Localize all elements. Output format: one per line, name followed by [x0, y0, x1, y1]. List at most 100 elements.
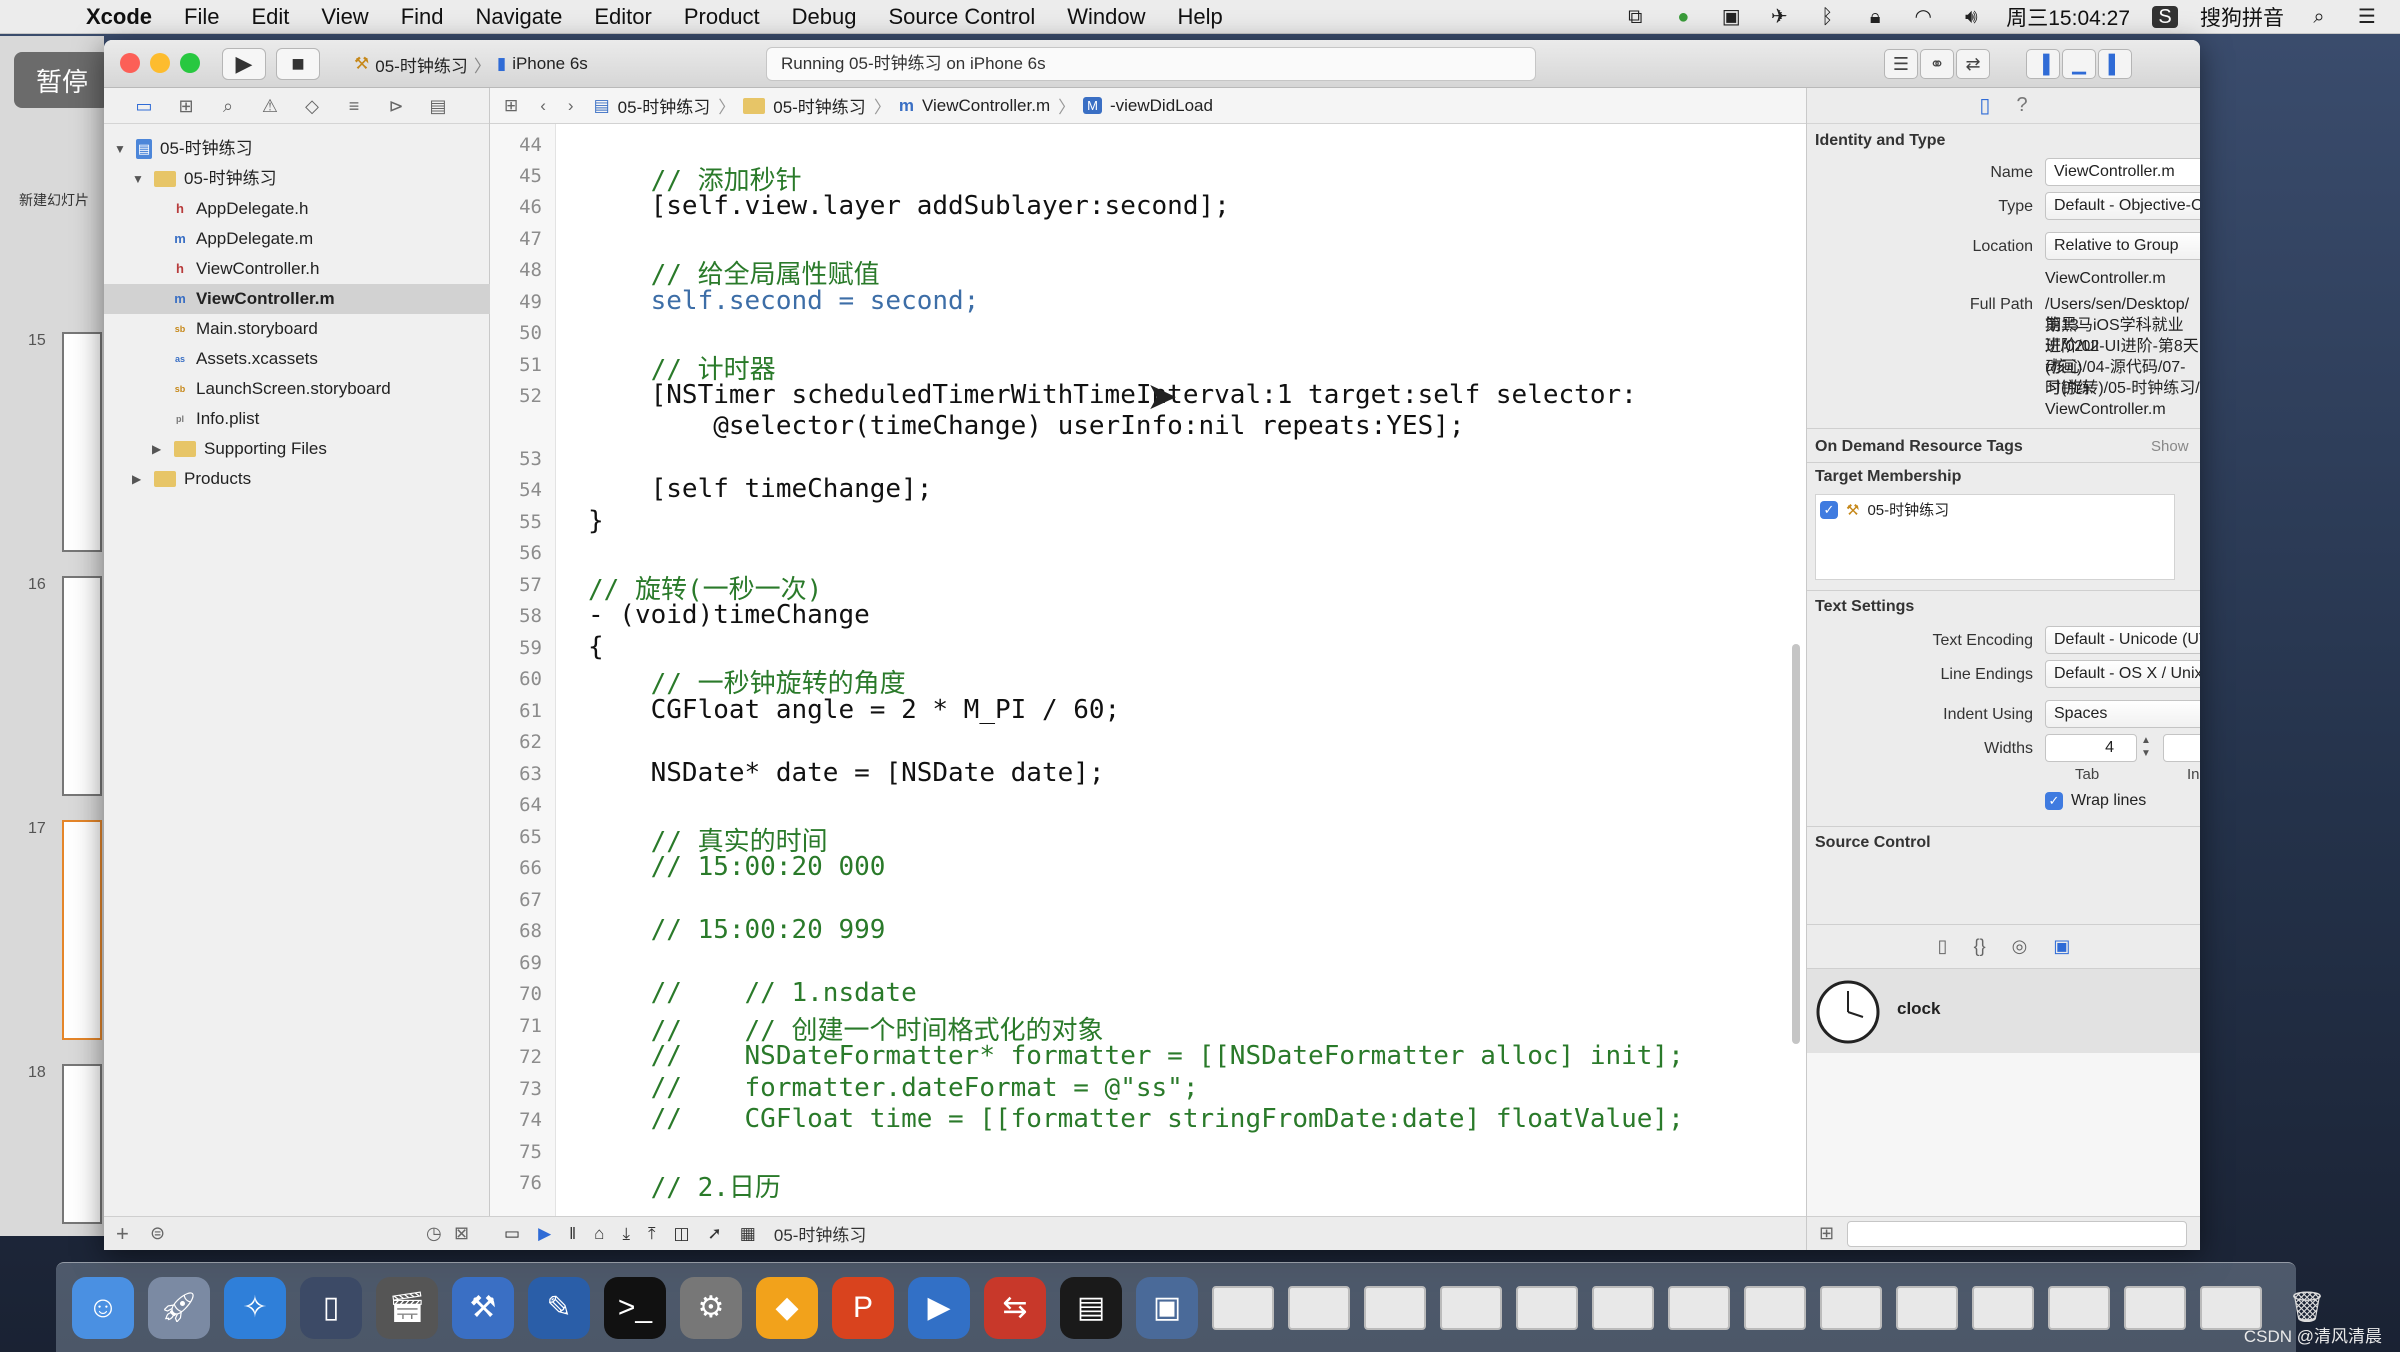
- code-line[interactable]: // formatter.dateFormat = @"ss";: [588, 1073, 1199, 1103]
- tree-file-row[interactable]: as Assets.xcassets: [172, 344, 318, 374]
- instruments-icon[interactable]: ✎: [528, 1276, 590, 1339]
- editor-scrollbar[interactable]: [1792, 644, 1800, 1044]
- minimized-window[interactable]: [1668, 1285, 1730, 1330]
- mouse-app-icon[interactable]: ▯: [300, 1276, 362, 1339]
- go-forward-icon[interactable]: ›: [568, 96, 574, 116]
- breakpoints-toggle-icon[interactable]: ▶: [538, 1224, 551, 1244]
- step-into-icon[interactable]: ⤓: [622, 1224, 630, 1244]
- code-line[interactable]: // // 1.nsdate: [588, 978, 917, 1008]
- slide-thumbnail[interactable]: [62, 332, 102, 552]
- indent-width-field[interactable]: 4: [2163, 734, 2200, 762]
- assistant-editor-icon[interactable]: ⚭: [1920, 49, 1954, 79]
- line-endings-popup[interactable]: Default - OS X / Unix (LF) ▲▼: [2045, 660, 2200, 688]
- minimized-window[interactable]: [2048, 1285, 2110, 1330]
- screen-mirror-icon[interactable]: ⧉: [1622, 6, 1648, 28]
- notification-center-icon[interactable]: ☰: [2354, 6, 2380, 28]
- jump-method[interactable]: -viewDidLoad: [1110, 96, 1213, 116]
- debug-navigator-tab-icon[interactable]: ≡: [338, 94, 370, 118]
- preview-icon[interactable]: ▣: [1136, 1276, 1198, 1339]
- minimized-window[interactable]: [1820, 1285, 1882, 1330]
- find-navigator-tab-icon[interactable]: ⌕: [212, 94, 244, 118]
- quicktime-icon[interactable]: ▶: [908, 1276, 970, 1339]
- filter-icon[interactable]: ⊜: [150, 1223, 165, 1244]
- launchpad-icon[interactable]: 🚀︎: [148, 1276, 210, 1339]
- bluetooth-icon[interactable]: ᛒ: [1814, 6, 1840, 28]
- volume-icon[interactable]: 🔊︎: [1958, 6, 1984, 28]
- slide-thumbnail-selected[interactable]: [62, 820, 102, 1040]
- code-line[interactable]: @selector(timeChange) userInfo:nil repea…: [588, 411, 1464, 441]
- disclosure-open-icon[interactable]: ▼: [114, 134, 128, 164]
- version-editor-icon[interactable]: ⇄: [1956, 49, 1990, 79]
- code-line[interactable]: }: [588, 506, 604, 536]
- spotlight-search-icon[interactable]: ⌕: [2306, 6, 2332, 28]
- code-line[interactable]: // 2.日历: [588, 1167, 781, 1204]
- run-button[interactable]: ▶: [222, 48, 266, 80]
- tree-file-row[interactable]: pl Info.plist: [172, 404, 259, 434]
- file-template-library-icon[interactable]: ▯: [1938, 936, 1948, 957]
- tree-file-row[interactable]: sb Main.storyboard: [172, 314, 318, 344]
- disclosure-closed-icon[interactable]: ▶: [132, 464, 146, 494]
- minimized-window[interactable]: [1592, 1285, 1654, 1330]
- menu-editor[interactable]: Editor: [578, 4, 667, 30]
- input-method-label[interactable]: 搜狗拼音: [2200, 2, 2284, 32]
- source-control-filter-icon[interactable]: ⊠: [454, 1223, 469, 1244]
- breakpoint-navigator-tab-icon[interactable]: ⊳: [380, 94, 412, 118]
- code-line[interactable]: - (void)timeChange: [588, 600, 870, 630]
- menu-find[interactable]: Find: [385, 4, 460, 30]
- menu-file[interactable]: File: [168, 4, 235, 30]
- wrap-lines-checkbox[interactable]: ✓: [2045, 792, 2063, 810]
- step-out-icon[interactable]: ⤒: [648, 1224, 656, 1244]
- add-file-icon[interactable]: +: [116, 1221, 129, 1247]
- code-line[interactable]: [self.view.layer addSublayer:second];: [588, 191, 1230, 221]
- show-section-link[interactable]: Show: [2151, 438, 2189, 455]
- toggle-navigator-icon[interactable]: ▐: [2026, 49, 2060, 79]
- grid-view-icon[interactable]: ⊞: [1819, 1223, 1834, 1244]
- tab-width-stepper-icon[interactable]: ▲ ▼: [2141, 734, 2151, 760]
- jump-project[interactable]: 05-时钟练习: [618, 93, 711, 118]
- minimized-window[interactable]: [1212, 1285, 1274, 1330]
- name-field[interactable]: ViewController.m: [2045, 158, 2200, 186]
- system-preferences-icon[interactable]: ⚙: [680, 1276, 742, 1339]
- menu-debug[interactable]: Debug: [776, 4, 873, 30]
- menu-navigate[interactable]: Navigate: [460, 4, 579, 30]
- jump-group[interactable]: 05-时钟练习: [773, 93, 866, 118]
- wrap-lines-row[interactable]: ✓ Wrap lines: [2045, 792, 2146, 810]
- jump-file[interactable]: ViewController.m: [922, 96, 1050, 116]
- location-popup[interactable]: Relative to Group ▲▼: [2045, 232, 2200, 260]
- tree-file-row[interactable]: sb LaunchScreen.storyboard: [172, 374, 391, 404]
- code-line[interactable]: [NSTimer scheduledTimerWithTimeInterval:…: [588, 380, 1637, 410]
- terminal-icon[interactable]: >_: [604, 1276, 666, 1339]
- zoom-window-icon[interactable]: [180, 53, 200, 73]
- code-line[interactable]: self.second = second;: [588, 286, 980, 316]
- sketch-icon[interactable]: ◆: [756, 1276, 818, 1339]
- status-app-icon[interactable]: ●: [1670, 6, 1696, 28]
- video-record-icon[interactable]: ▣: [1718, 6, 1744, 28]
- quick-help-tab-icon[interactable]: ?: [2016, 94, 2027, 117]
- menu-window[interactable]: Window: [1051, 4, 1161, 30]
- close-window-icon[interactable]: [120, 53, 140, 73]
- standard-editor-icon[interactable]: ☰: [1884, 49, 1918, 79]
- tree-file-row[interactable]: h ViewController.h: [172, 254, 319, 284]
- code-line[interactable]: {: [588, 632, 604, 662]
- related-items-icon[interactable]: ⊞: [504, 96, 518, 116]
- pause-button[interactable]: 暂停: [14, 52, 110, 108]
- pause-execution-icon[interactable]: ‖: [569, 1224, 576, 1244]
- indent-using-popup[interactable]: Spaces ▲▼: [2045, 700, 2200, 728]
- tab-width-field[interactable]: 4: [2045, 734, 2137, 762]
- symbol-navigator-tab-icon[interactable]: ⊞: [170, 94, 202, 118]
- lock-icon[interactable]: 🔒︎: [1862, 6, 1888, 28]
- minimize-window-icon[interactable]: [150, 53, 170, 73]
- minimized-window[interactable]: [1516, 1285, 1578, 1330]
- menu-help[interactable]: Help: [1162, 4, 1239, 30]
- object-library-icon[interactable]: ◎: [2012, 936, 2028, 957]
- xcode-icon[interactable]: ⚒: [452, 1276, 514, 1339]
- test-navigator-tab-icon[interactable]: ◇: [296, 94, 328, 118]
- disclosure-open-icon[interactable]: ▼: [132, 164, 146, 194]
- minimized-window[interactable]: [1364, 1285, 1426, 1330]
- disclosure-closed-icon[interactable]: ▶: [152, 434, 166, 464]
- menu-view[interactable]: View: [305, 4, 384, 30]
- tree-file-row[interactable]: m AppDelegate.m: [172, 224, 313, 254]
- menu-source-control[interactable]: Source Control: [873, 4, 1052, 30]
- tree-file-row-selected[interactable]: m ViewController.m: [104, 284, 490, 314]
- toggle-utilities-icon[interactable]: ▌: [2098, 49, 2132, 79]
